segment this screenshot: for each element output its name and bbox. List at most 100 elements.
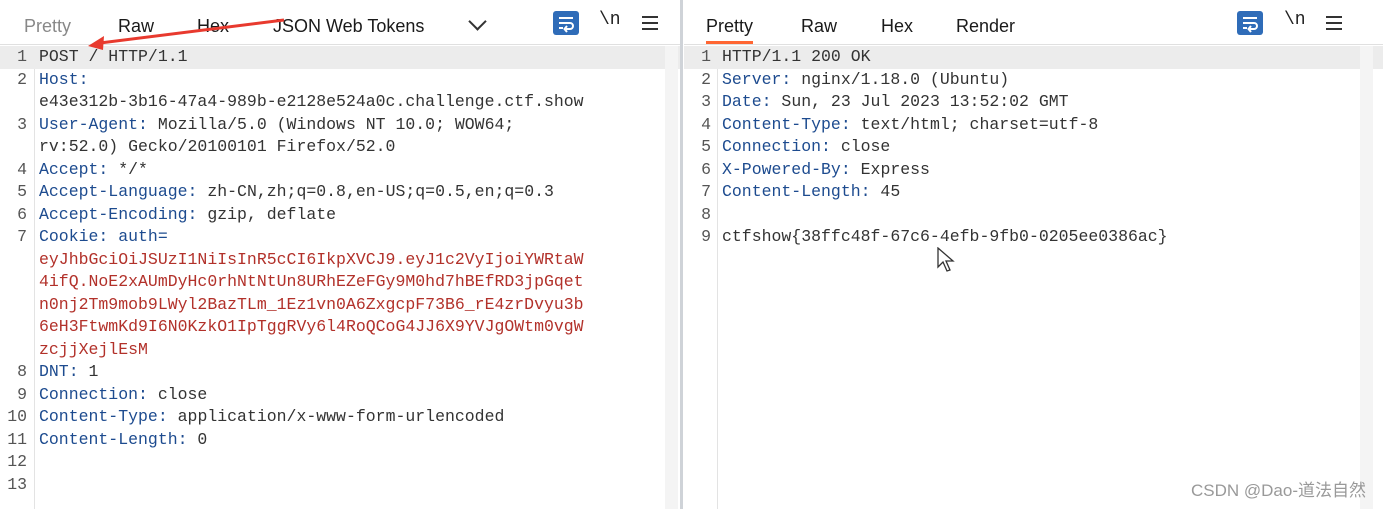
response-tab-raw[interactable]: Raw bbox=[801, 0, 837, 44]
line-number: 2 bbox=[701, 69, 711, 89]
show-newlines-button[interactable]: \n bbox=[1284, 10, 1306, 30]
line-number: 13 bbox=[7, 474, 27, 494]
line-text: Content-Type: application/x-www-form-url… bbox=[39, 406, 504, 429]
header-name: Server: bbox=[722, 69, 792, 89]
header-name: DNT: bbox=[39, 362, 79, 381]
line-number: 7 bbox=[701, 182, 711, 201]
menu-icon[interactable] bbox=[1326, 16, 1342, 30]
header-value: rv:52.0) Gecko/20100101 Firefox/52.0 bbox=[39, 137, 396, 156]
header-value: e43e312b-3b16-47a4-989b-e2128e524a0c.cha… bbox=[39, 92, 584, 111]
request-tab-raw[interactable]: Raw bbox=[118, 0, 154, 44]
line-text: X-Powered-By: Express bbox=[722, 159, 930, 182]
line-number: 9 bbox=[701, 227, 711, 246]
line-number: 6 bbox=[17, 204, 27, 224]
jwt-token-text: eyJhbGciOiJSUzI1NiIsInR5cCI6IkpXVCJ9.eyJ… bbox=[39, 249, 584, 269]
editor-line: 7 Content-Length: 45 bbox=[684, 181, 1383, 204]
editor-line: e43e312b-3b16-47a4-989b-e2128e524a0c.cha… bbox=[0, 91, 680, 114]
mouse-cursor-icon bbox=[937, 247, 955, 272]
header-value: POST / HTTP/1.1 bbox=[39, 47, 188, 66]
chevron-down-icon[interactable] bbox=[468, 12, 487, 31]
jwt-token-text: 4ifQ.NoE2xAUmDyHc0rhNtNtUn8URhEZeFGy9M0h… bbox=[39, 272, 584, 291]
line-number: 2 bbox=[17, 69, 27, 89]
pane-divider[interactable] bbox=[680, 0, 683, 509]
line-number: 6 bbox=[701, 159, 711, 179]
header-name: auth= bbox=[108, 227, 168, 246]
show-newlines-button[interactable]: \n bbox=[599, 10, 621, 30]
editor-line: 7 Cookie: auth= bbox=[0, 226, 680, 249]
header-name: Connection: bbox=[722, 137, 831, 156]
editor-line: 12 bbox=[0, 451, 680, 474]
header-value: close bbox=[830, 137, 891, 156]
editor-line: 4 Content-Type: text/html; charset=utf-8 bbox=[684, 114, 1383, 137]
header-value: application/x-www-form-urlencoded bbox=[167, 407, 505, 426]
line-text: Content-Type: text/html; charset=utf-8 bbox=[722, 114, 1098, 137]
editor-line: 3 User-Agent: Mozilla/5.0 (Windows NT 10.… bbox=[0, 114, 680, 137]
header-name: Accept: bbox=[39, 159, 109, 179]
line-number: 3 bbox=[701, 92, 711, 111]
line-text: Content-Length: 0 bbox=[39, 429, 207, 452]
line-number: 7 bbox=[17, 227, 27, 246]
header-value: 0 bbox=[187, 429, 208, 449]
wrap-lines-icon[interactable] bbox=[553, 11, 579, 35]
line-number: 8 bbox=[701, 204, 711, 224]
line-text: Host: bbox=[39, 69, 89, 92]
request-tab-jwt[interactable]: JSON Web Tokens bbox=[273, 0, 424, 44]
line-number: 4 bbox=[17, 159, 27, 179]
header-name: Accept-Language: bbox=[39, 182, 198, 201]
wrap-lines-icon[interactable] bbox=[1237, 11, 1263, 35]
line-text: eyJhbGciOiJSUzI1NiIsInR5cCI6IkpXVCJ9.eyJ… bbox=[39, 249, 584, 272]
line-text: Cookie: auth= bbox=[39, 226, 168, 249]
header-name: Content-Type: bbox=[722, 114, 851, 134]
line-text: n0nj2Tm9mob9LWyl2BazTLm_1Ez1vn0A6ZxgcpF7… bbox=[39, 294, 584, 317]
response-tab-hex[interactable]: Hex bbox=[881, 0, 913, 44]
header-value: */* bbox=[108, 159, 148, 179]
watermark: CSDN @Dao-道法自然 bbox=[1191, 481, 1366, 500]
editor-line: 8 DNT: 1 bbox=[0, 361, 680, 384]
editor-line: 6eH3FtwmKd9I6N0KzkO1IpTggRVy6l4RoQCoG4JJ… bbox=[0, 316, 680, 339]
line-number: 12 bbox=[7, 452, 27, 471]
editor-line: 6 X-Powered-By: Express bbox=[684, 159, 1383, 182]
editor-line: 10 Content-Type: application/x-www-form-u… bbox=[0, 406, 680, 429]
header-name: Content-Length: bbox=[722, 182, 871, 201]
response-tab-pretty[interactable]: Pretty bbox=[706, 0, 754, 44]
header-name: User-Agent: bbox=[39, 114, 148, 134]
line-number: 9 bbox=[17, 384, 27, 404]
response-tab-render[interactable]: Render bbox=[956, 0, 1015, 44]
line-text: Accept-Language: zh-CN,zh;q=0.8,en-US;q=… bbox=[39, 181, 554, 204]
line-text: Accept: */* bbox=[39, 159, 148, 182]
editor-line: 1 POST / HTTP/1.1 bbox=[0, 46, 680, 69]
jwt-token-text: 6eH3FtwmKd9I6N0KzkO1IpTggRVy6l4RoQCoG4JJ… bbox=[39, 317, 584, 336]
header-name: Connection: bbox=[39, 384, 148, 404]
menu-icon[interactable] bbox=[642, 16, 658, 30]
editor-line: rv:52.0) Gecko/20100101 Firefox/52.0 bbox=[0, 136, 680, 159]
editor-line: 5 Connection: close bbox=[684, 136, 1383, 159]
editor-line: eyJhbGciOiJSUzI1NiIsInR5cCI6IkpXVCJ9.eyJ… bbox=[0, 249, 680, 272]
header-value: nginx/1.18.0 (Ubuntu) bbox=[791, 69, 1010, 89]
editor-line: 3 Date: Sun, 23 Jul 2023 13:52:02 GMT bbox=[684, 91, 1383, 114]
request-editor[interactable]: 1 POST / HTTP/1.1 2 Host: e43e312b-3b16-47a4… bbox=[0, 46, 680, 509]
header-value: zh-CN,zh;q=0.8,en-US;q=0.5,en;q=0.3 bbox=[197, 182, 554, 201]
editor-line: 9 ctfshow{38ffc48f-67c6-4efb-9fb0-0205ee0… bbox=[684, 226, 1383, 249]
editor-line: 2 Server: nginx/1.18.0 (Ubuntu) bbox=[684, 69, 1383, 92]
header-name: Content-Length: bbox=[39, 429, 188, 449]
header-value: close bbox=[147, 384, 208, 404]
header-value: Sun, 23 Jul 2023 13:52:02 GMT bbox=[771, 92, 1069, 111]
line-text: Connection: close bbox=[722, 136, 890, 159]
editor-line: 6 Accept-Encoding: gzip, deflate bbox=[0, 204, 680, 227]
line-number: 10 bbox=[7, 407, 27, 426]
editor-line: zcjjXejlEsM bbox=[0, 339, 680, 362]
request-pane: Pretty Raw Hex JSON Web Tokens \n 1 POST … bbox=[0, 0, 680, 509]
line-number: 3 bbox=[17, 114, 27, 134]
response-scrollbar[interactable] bbox=[1360, 46, 1373, 509]
line-number: 5 bbox=[17, 182, 27, 201]
request-tab-pretty[interactable]: Pretty bbox=[24, 0, 71, 44]
request-scrollbar[interactable] bbox=[665, 46, 678, 509]
line-text: 4ifQ.NoE2xAUmDyHc0rhNtNtUn8URhEZeFGy9M0h… bbox=[39, 271, 584, 294]
line-number: 1 bbox=[701, 47, 711, 66]
line-text: 6eH3FtwmKd9I6N0KzkO1IpTggRVy6l4RoQCoG4JJ… bbox=[39, 316, 584, 339]
header-value: 45 bbox=[870, 182, 901, 201]
request-tab-hex[interactable]: Hex bbox=[197, 0, 229, 44]
editor-line: 11 Content-Length: 0 bbox=[0, 429, 680, 452]
response-editor[interactable]: 1 HTTP/1.1 200 OK 2 Server: nginx/1.18.0 (U… bbox=[684, 46, 1383, 509]
line-number: 4 bbox=[701, 114, 711, 134]
